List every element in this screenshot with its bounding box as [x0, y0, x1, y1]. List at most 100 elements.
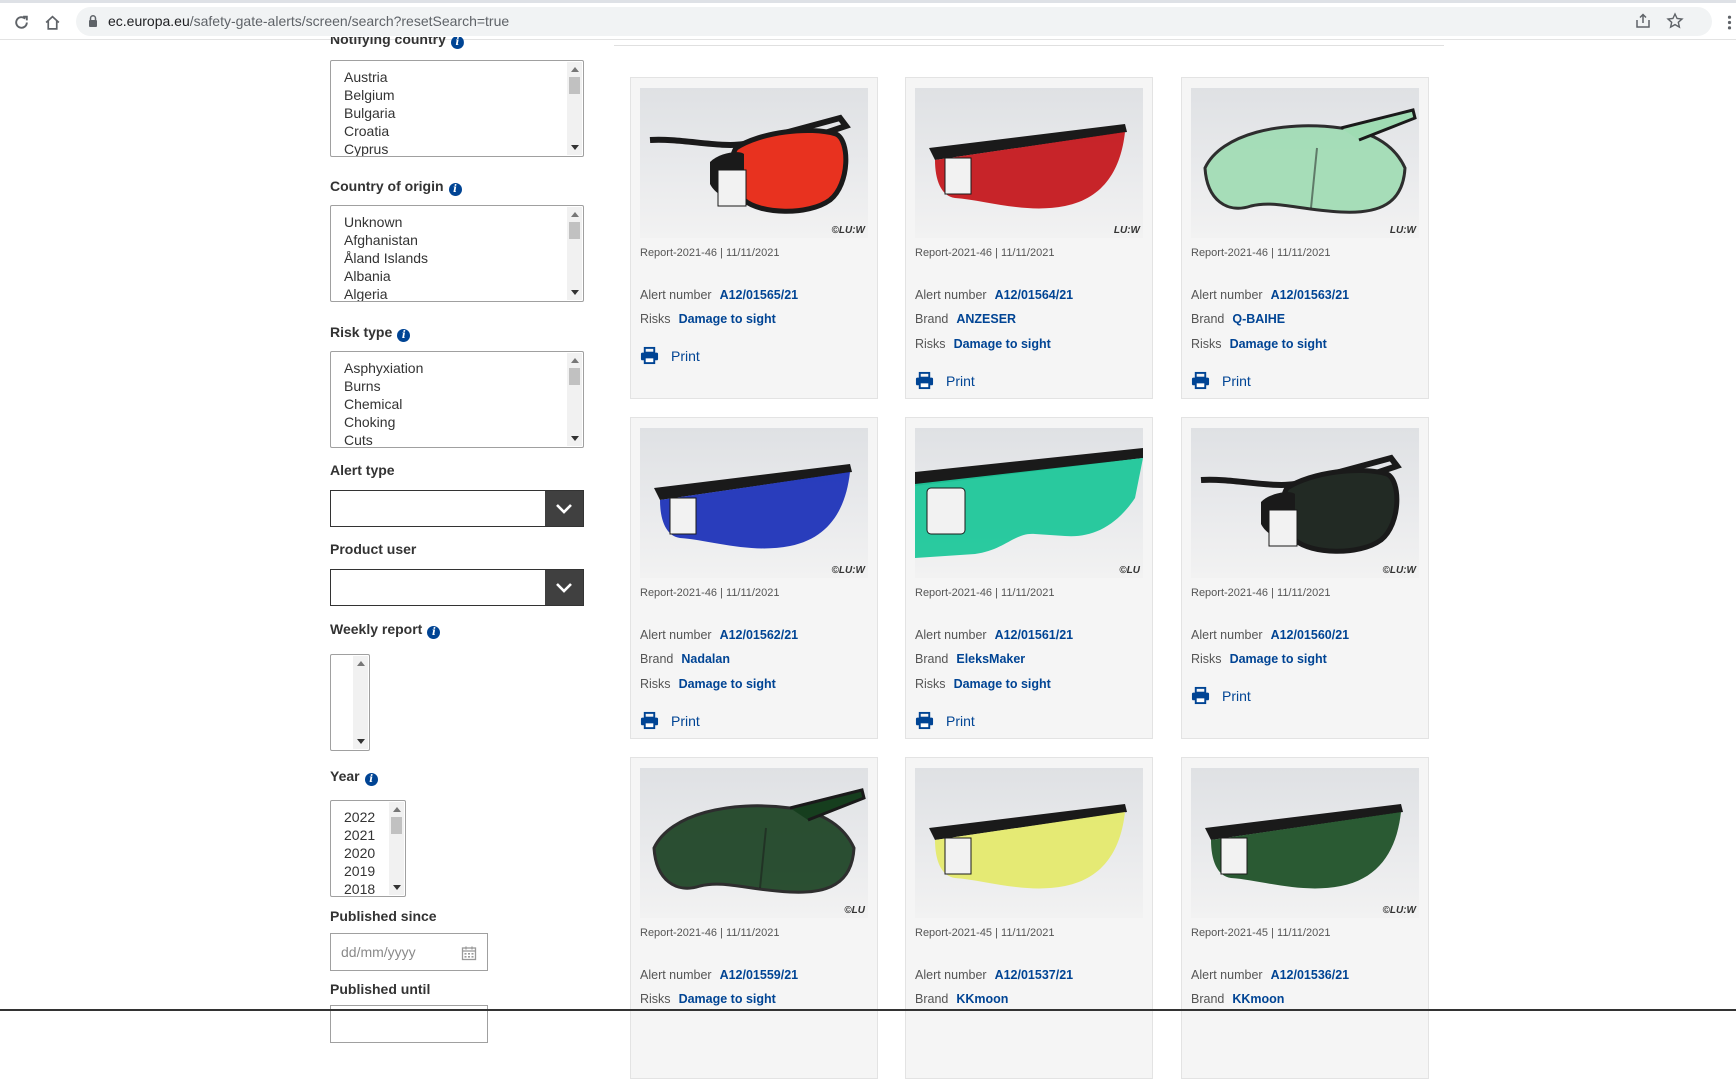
scrollbar[interactable] — [567, 207, 582, 300]
listbox-option[interactable]: Cuts — [344, 432, 373, 447]
brand-value[interactable]: EleksMaker — [956, 652, 1025, 666]
risk-value[interactable]: Damage to sight — [1230, 337, 1327, 351]
risk-type-listbox[interactable]: Cuts Choking Chemical Burns Asphyxiation — [330, 351, 584, 448]
listbox-option[interactable]: 2019 — [344, 863, 375, 879]
risk-value[interactable]: Damage to sight — [679, 312, 776, 326]
scrollbar[interactable] — [567, 353, 582, 446]
bookmark-star-icon[interactable] — [1666, 12, 1684, 30]
alert-card[interactable]: ©LU:W Report-2021-46 | 11/11/2021 Alert n… — [630, 77, 878, 399]
print-link[interactable]: Print — [640, 711, 700, 730]
alert-number-link[interactable]: A12/01563/21 — [1271, 288, 1350, 302]
alert-card[interactable]: ©LU Report-2021-46 | 11/11/2021 Alert num… — [630, 757, 878, 1079]
listbox-option[interactable]: Albania — [344, 268, 391, 284]
brand-value[interactable]: Q-BAIHE — [1232, 312, 1285, 326]
product-photo[interactable]: ©LU:W — [640, 428, 868, 578]
listbox-option[interactable]: Belgium — [344, 87, 395, 103]
home-icon[interactable] — [41, 11, 63, 33]
chevron-down-icon[interactable] — [545, 570, 583, 605]
listbox-option[interactable]: Asphyxiation — [344, 360, 423, 376]
print-link[interactable]: Print — [640, 346, 700, 365]
listbox-option[interactable]: Bulgaria — [344, 105, 395, 121]
year-listbox[interactable]: 2018 2019 2020 2021 2022 — [330, 800, 406, 897]
calendar-icon[interactable] — [461, 945, 477, 961]
alert-number-link[interactable]: A12/01565/21 — [720, 288, 799, 302]
listbox-option[interactable]: Unknown — [344, 214, 402, 230]
product-photo[interactable] — [915, 768, 1143, 918]
alert-card[interactable]: ©LU:W Report-2021-46 | 11/11/2021 Alert n… — [630, 417, 878, 739]
listbox-option[interactable]: Åland Islands — [344, 250, 428, 266]
product-photo[interactable]: LU:W — [1191, 88, 1419, 238]
alert-card[interactable]: ©LU:W Report-2021-46 | 11/11/2021 Alert n… — [1181, 417, 1429, 739]
listbox-option[interactable]: Algeria — [344, 286, 388, 301]
report-date: Report-2021-46 | 11/11/2021 — [640, 927, 780, 939]
results-divider — [614, 45, 1444, 46]
product-photo[interactable]: ©LU — [640, 768, 868, 918]
brand-value[interactable]: KKmoon — [956, 992, 1008, 1006]
print-link[interactable]: Print — [1191, 371, 1251, 390]
listbox-option[interactable]: Afghanistan — [344, 232, 418, 248]
listbox-option[interactable]: Chemical — [344, 396, 402, 412]
country-of-origin-listbox[interactable]: Algeria Albania Åland Islands Afghanistan Un… — [330, 205, 584, 302]
product-photo[interactable]: ©LU:W — [640, 88, 868, 238]
alert-type-select[interactable] — [330, 490, 584, 527]
print-link[interactable]: Print — [915, 371, 975, 390]
chevron-down-icon[interactable] — [545, 491, 583, 526]
brand-value[interactable]: Nadalan — [681, 652, 730, 666]
info-icon[interactable]: i — [397, 329, 411, 342]
alert-number-link[interactable]: A12/01561/21 — [995, 628, 1074, 642]
notifying-country-listbox[interactable]: Cyprus Croatia Bulgaria Belgium Austria — [330, 60, 584, 157]
alert-number-link[interactable]: A12/01559/21 — [720, 968, 799, 982]
alert-card[interactable]: LU:W Report-2021-46 | 11/11/2021 Alert nu… — [1181, 77, 1429, 399]
info-icon[interactable]: i — [448, 183, 462, 196]
risk-value[interactable]: Damage to sight — [679, 992, 776, 1006]
info-icon[interactable]: i — [364, 773, 378, 786]
menu-icon[interactable] — [1718, 11, 1736, 33]
alert-card[interactable]: ©LU:W Report-2021-45 | 11/11/2021 Alert n… — [1181, 757, 1429, 1079]
reload-icon[interactable] — [10, 11, 32, 33]
product-photo[interactable]: ©LU:W — [1191, 428, 1419, 578]
alert-number-link[interactable]: A12/01537/21 — [995, 968, 1074, 982]
listbox-option[interactable]: 2022 — [344, 809, 375, 825]
alert-number-row: Alert number A12/01560/21 — [1191, 628, 1350, 642]
product-photo[interactable]: ©LU — [915, 428, 1143, 578]
alert-number-link[interactable]: A12/01536/21 — [1271, 968, 1350, 982]
risks-row: Risks Damage to sight — [640, 312, 776, 326]
brand-row: Brand Q-BAIHE — [1191, 312, 1286, 326]
listbox-option[interactable]: Cyprus — [344, 141, 388, 156]
alert-card[interactable]: LU:W Report-2021-46 | 11/11/2021 Alert nu… — [905, 77, 1153, 399]
listbox-option[interactable]: Austria — [344, 69, 388, 85]
info-icon[interactable]: i — [450, 37, 464, 49]
brand-row: Brand KKmoon — [915, 992, 1009, 1006]
scrollbar[interactable] — [353, 656, 368, 749]
alert-number-link[interactable]: A12/01562/21 — [720, 628, 799, 642]
brand-value[interactable]: KKmoon — [1232, 992, 1284, 1006]
brand-value[interactable]: ANZESER — [956, 312, 1016, 326]
risk-value[interactable]: Damage to sight — [1230, 652, 1327, 666]
brand-row: Brand EleksMaker — [915, 652, 1026, 666]
listbox-option[interactable]: 2021 — [344, 827, 375, 843]
product-photo[interactable]: LU:W — [915, 88, 1143, 238]
listbox-option[interactable]: Burns — [344, 378, 381, 394]
print-link[interactable]: Print — [1191, 686, 1251, 705]
address-bar[interactable]: ec.europa.eu/safety-gate-alerts/screen/s… — [76, 7, 1712, 36]
listbox-option[interactable]: Choking — [344, 414, 395, 430]
risk-value[interactable]: Damage to sight — [954, 337, 1051, 351]
alert-card[interactable]: ©LU Report-2021-46 | 11/11/2021 Alert num… — [905, 417, 1153, 739]
alert-number-link[interactable]: A12/01564/21 — [995, 288, 1074, 302]
listbox-option[interactable]: 2018 — [344, 881, 375, 896]
weekly-report-listbox[interactable] — [330, 654, 370, 751]
published-since-input[interactable]: dd/mm/yyyy — [330, 933, 488, 971]
listbox-option[interactable]: Croatia — [344, 123, 389, 139]
print-link[interactable]: Print — [915, 711, 975, 730]
scrollbar[interactable] — [389, 802, 404, 895]
product-user-select[interactable] — [330, 569, 584, 606]
alert-card[interactable]: Report-2021-45 | 11/11/2021 Alert number A… — [905, 757, 1153, 1079]
alert-number-link[interactable]: A12/01560/21 — [1271, 628, 1350, 642]
risk-value[interactable]: Damage to sight — [679, 677, 776, 691]
info-icon[interactable]: i — [427, 626, 441, 639]
risk-value[interactable]: Damage to sight — [954, 677, 1051, 691]
scrollbar[interactable] — [567, 62, 582, 155]
share-icon[interactable] — [1634, 12, 1652, 30]
listbox-option[interactable]: 2020 — [344, 845, 375, 861]
product-photo[interactable]: ©LU:W — [1191, 768, 1419, 918]
